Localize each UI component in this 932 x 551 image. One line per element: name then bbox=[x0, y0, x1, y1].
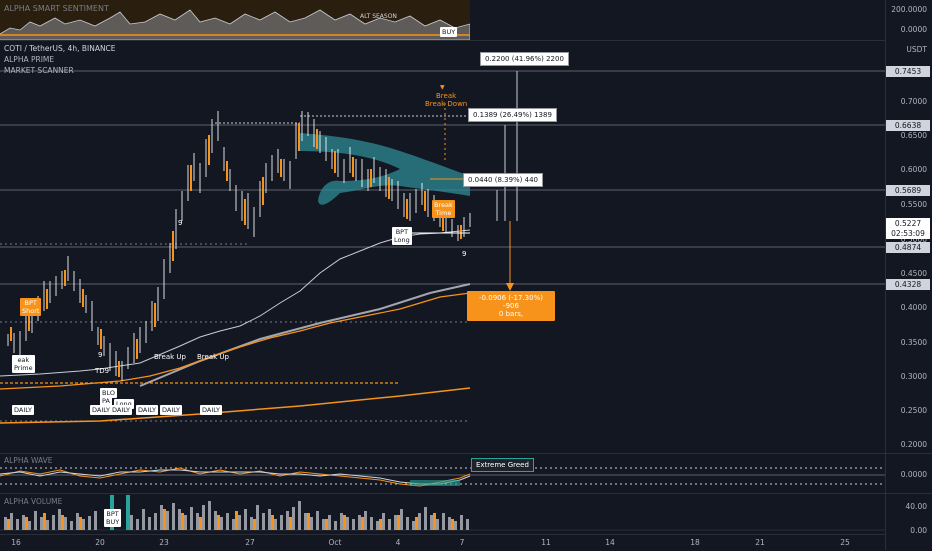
break-prime-line-1: eak bbox=[17, 356, 30, 364]
bpt-buy-line-2: BUY bbox=[106, 518, 120, 526]
drop-measure-bars: 0 bars, bbox=[498, 310, 524, 318]
bpt-short-tag: BPT Short bbox=[20, 298, 42, 316]
alt-season-label: ALT SEASON bbox=[360, 13, 397, 20]
volume-tick-low: 0.00 bbox=[910, 526, 927, 535]
price-tick-0: 0.7000 bbox=[900, 97, 927, 106]
wave-pane-separator bbox=[0, 453, 932, 454]
drop-measure-box: -0.0906 (-17.30%) -906 0 bars, bbox=[467, 291, 555, 321]
volume-tick-high: 40.00 bbox=[905, 502, 927, 511]
date-label-14: 14 bbox=[605, 538, 615, 547]
bpt-short-line-2: Short bbox=[22, 307, 40, 315]
measure-callout-1: 0.2200 (41.96%) 2200 bbox=[480, 52, 569, 66]
td9-label: TD9 bbox=[95, 367, 110, 375]
volume-pane-separator bbox=[0, 493, 932, 494]
price-axis[interactable]: 200.0000 0.0000 USDT 0.7000 0.6500 0.600… bbox=[885, 0, 932, 550]
sentiment-title: ALPHA SMART SENTIMENT bbox=[4, 4, 109, 13]
date-label-21: 21 bbox=[755, 538, 765, 547]
drop-measure-value: -0.0906 (-17.30%) -906 bbox=[479, 294, 543, 310]
price-tag-0-7453: 0.7453 bbox=[886, 66, 930, 77]
date-label-oct: Oct bbox=[328, 538, 342, 547]
break-up-label-2: Break Up bbox=[197, 353, 229, 361]
nine-marker-b: 9 bbox=[98, 351, 103, 359]
time-axis[interactable]: 16 20 23 27 Oct 4 7 11 14 18 21 25 bbox=[0, 534, 885, 551]
bpt-long-line-2: Long bbox=[394, 236, 410, 244]
date-label-27: 27 bbox=[245, 538, 255, 547]
price-tick-9: 0.2500 bbox=[900, 406, 927, 415]
bar-countdown: 02:53:09 bbox=[886, 228, 930, 239]
date-label-11: 11 bbox=[541, 538, 551, 547]
price-tick-8: 0.3000 bbox=[900, 372, 927, 381]
price-tag-0-6638: 0.6638 bbox=[886, 120, 930, 131]
wave-chart bbox=[0, 467, 885, 487]
measure-callout-3: 0.0440 (8.39%) 440 bbox=[463, 173, 544, 187]
price-tag-0-4328: 0.4328 bbox=[886, 279, 930, 290]
break-down-arrow: ▼ bbox=[440, 84, 445, 91]
daily-tag-5: DAILY bbox=[160, 405, 182, 415]
daily-tag-2: DAILY bbox=[90, 405, 112, 415]
price-tick-10: 0.2000 bbox=[900, 440, 927, 449]
sentiment-tick-high: 200.0000 bbox=[891, 5, 927, 14]
date-label-25: 25 bbox=[840, 538, 850, 547]
break-time-tag: Break Time bbox=[432, 200, 455, 218]
break-down-label-2: Break Down bbox=[425, 100, 468, 108]
price-tick-7: 0.3500 bbox=[900, 338, 927, 347]
price-tag-0-5689: 0.5689 bbox=[886, 185, 930, 196]
bpt-long-line-1: BPT bbox=[395, 228, 409, 236]
extreme-greed-badge: Extreme Greed bbox=[471, 458, 534, 472]
break-prime-line-2: Prime bbox=[14, 364, 33, 372]
price-tick-1: 0.6500 bbox=[900, 131, 927, 140]
date-label-16: 16 bbox=[11, 538, 21, 547]
volume-chart bbox=[0, 495, 885, 531]
date-label-7: 7 bbox=[459, 538, 465, 547]
bpt-buy-line-1: BPT bbox=[106, 510, 119, 518]
price-tag-0-4874: 0.4874 bbox=[886, 242, 930, 253]
currency-label: USDT bbox=[906, 45, 927, 54]
break-time-line-1: Break bbox=[434, 201, 453, 209]
bpt-long-tag: BPT Long bbox=[392, 227, 412, 245]
daily-tag-4: DAILY bbox=[136, 405, 158, 415]
break-down-label-1: Break bbox=[436, 92, 457, 100]
buy-tag: BUY bbox=[440, 27, 458, 37]
nine-marker-c: 9 bbox=[178, 219, 183, 227]
break-time-line-2: Time bbox=[435, 209, 452, 217]
daily-tag-3: DAILY bbox=[110, 405, 132, 415]
price-tick-3: 0.5500 bbox=[900, 200, 927, 209]
sentiment-pane: ALPHA SMART SENTIMENT ALT SEASON BUY bbox=[0, 0, 932, 41]
measure-callout-2: 0.1389 (26.49%) 1389 bbox=[468, 108, 557, 122]
nine-marker-a: 9 bbox=[462, 250, 467, 258]
price-tick-2: 0.6000 bbox=[900, 165, 927, 174]
price-tick-6: 0.4000 bbox=[900, 303, 927, 312]
wave-tick: 0.0000 bbox=[900, 470, 927, 479]
indicator-alpha-prime[interactable]: ALPHA PRIME bbox=[4, 55, 54, 64]
daily-tag-6: DAILY bbox=[200, 405, 222, 415]
symbol-title: COTI / TetherUS, 4h, BINANCE bbox=[4, 44, 116, 53]
sentiment-tick-low: 0.0000 bbox=[900, 25, 927, 34]
daily-tag-1: DAILY bbox=[12, 405, 34, 415]
bpt-buy-tag: BPT BUY bbox=[104, 509, 122, 527]
break-prime-tag: eak Prime bbox=[12, 355, 35, 373]
date-label-23: 23 bbox=[159, 538, 169, 547]
indicator-market-scanner[interactable]: MARKET SCANNER bbox=[4, 66, 74, 75]
break-up-label-1: Break Up bbox=[154, 353, 186, 361]
price-tick-5: 0.4500 bbox=[900, 269, 927, 278]
date-label-20: 20 bbox=[95, 538, 105, 547]
date-label-4: 4 bbox=[395, 538, 401, 547]
date-label-18: 18 bbox=[690, 538, 700, 547]
bpt-short-line-1: BPT bbox=[24, 299, 37, 307]
